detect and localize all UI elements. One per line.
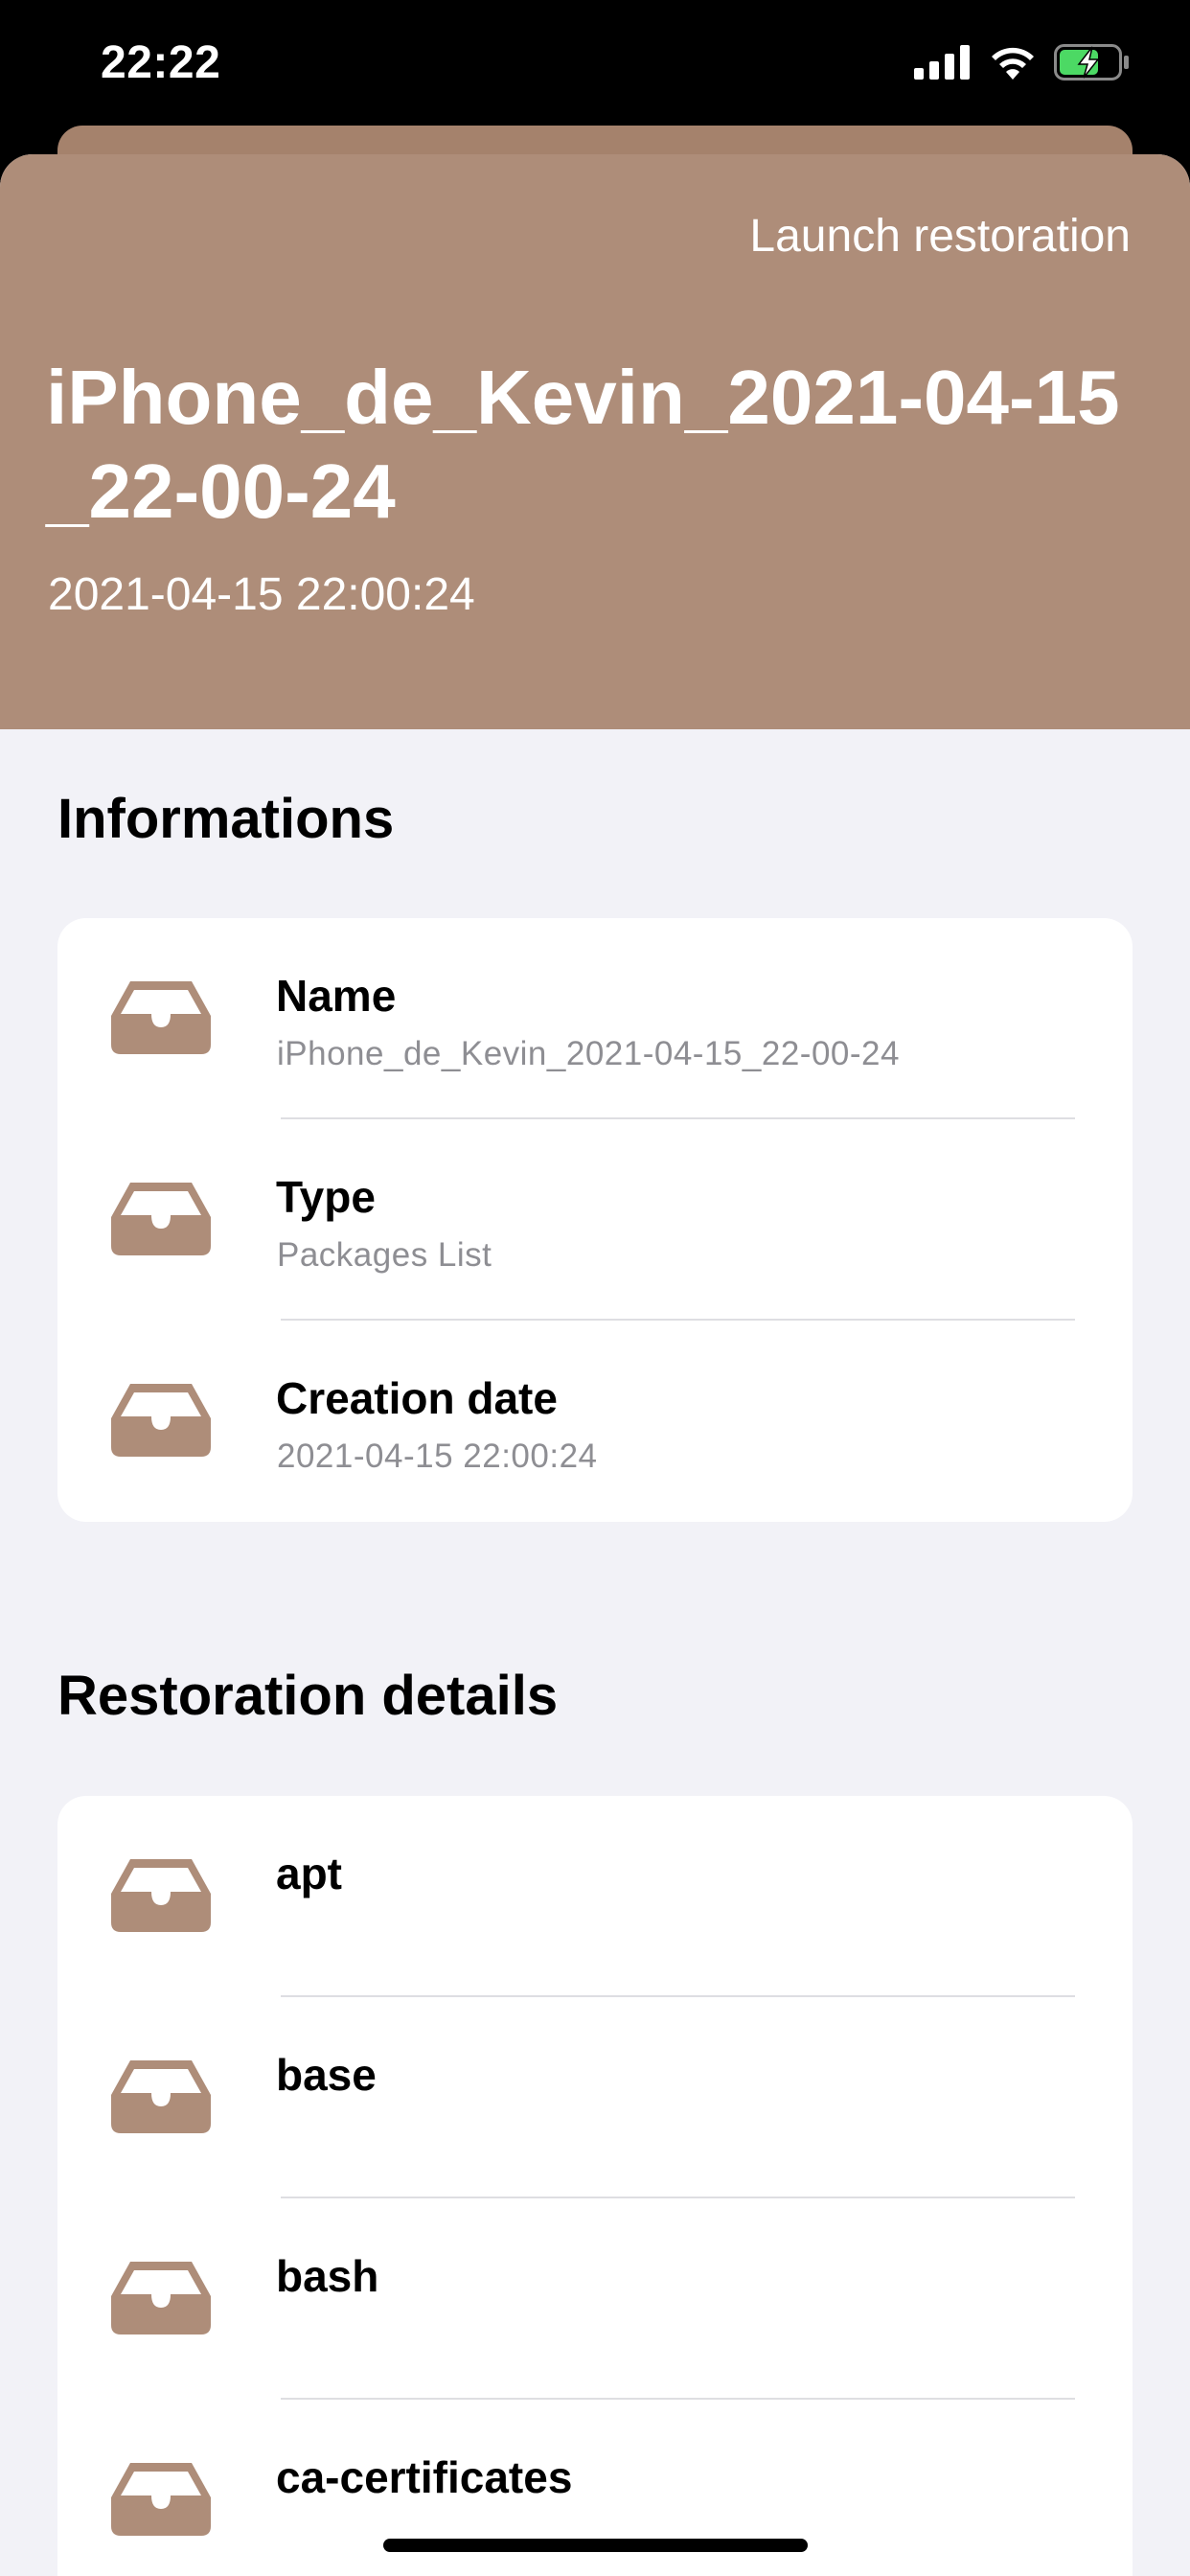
tray-icon — [111, 1859, 211, 1932]
informations-section-title: Informations — [57, 788, 395, 850]
informations-card: Name iPhone_de_Kevin_2021-04-15_22-00-24… — [57, 918, 1133, 1522]
status-icons — [914, 44, 1131, 80]
tray-icon — [111, 1183, 211, 1255]
info-row-title: Type — [276, 1172, 376, 1222]
info-row-title: Creation date — [276, 1373, 558, 1423]
package-name: bash — [276, 2251, 379, 2301]
tray-icon — [111, 981, 211, 1054]
status-time: 22:22 — [101, 37, 221, 88]
info-row-value: 2021-04-15 22:00:24 — [277, 1438, 598, 1475]
package-row-apt[interactable]: apt — [57, 1796, 1133, 1997]
launch-restoration-button[interactable]: Launch restoration — [749, 210, 1131, 263]
package-name: apt — [276, 1849, 342, 1898]
restoration-section-title: Restoration details — [57, 1665, 559, 1727]
home-indicator[interactable] — [383, 2539, 808, 2552]
status-bar: 22:22 — [0, 0, 1190, 125]
tray-icon — [111, 2060, 211, 2133]
backup-title: iPhone_de_Kevin_2021-04-15_22-00-24 — [46, 355, 1120, 534]
backup-date: 2021-04-15 22:00:24 — [48, 569, 475, 620]
restoration-card: apt base bash ca-certificates — [57, 1796, 1133, 2576]
package-name: ca-certificates — [276, 2452, 573, 2502]
screen: 22:22 Launch restoration iPhone_de_Kevin… — [0, 0, 1190, 2576]
backup-header: Launch restoration iPhone_de_Kevin_2021-… — [0, 154, 1190, 729]
info-row-value: Packages List — [277, 1236, 492, 1274]
package-row-base[interactable]: base — [57, 1997, 1133, 2198]
info-row-name: Name iPhone_de_Kevin_2021-04-15_22-00-24 — [57, 918, 1133, 1119]
info-row-value: iPhone_de_Kevin_2021-04-15_22-00-24 — [277, 1035, 900, 1072]
backup-detail-sheet: Launch restoration iPhone_de_Kevin_2021-… — [0, 154, 1190, 2576]
info-row-title: Name — [276, 971, 397, 1021]
tray-icon — [111, 1384, 211, 1457]
tray-icon — [111, 2262, 211, 2334]
cellular-signal-icon — [914, 45, 970, 80]
wifi-icon — [992, 47, 1034, 80]
tray-icon — [111, 2463, 211, 2536]
package-name: base — [276, 2050, 377, 2100]
package-row-bash[interactable]: bash — [57, 2198, 1133, 2400]
info-row-type: Type Packages List — [57, 1119, 1133, 1321]
info-row-creation-date: Creation date 2021-04-15 22:00:24 — [57, 1321, 1133, 1522]
battery-charging-icon — [1054, 44, 1129, 80]
